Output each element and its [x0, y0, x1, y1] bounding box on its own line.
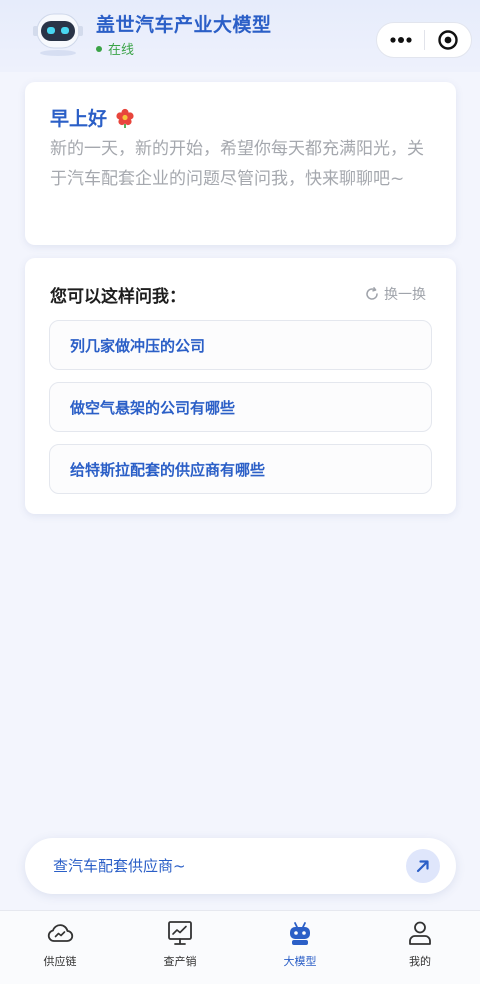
app-header: 盖世汽车产业大模型 在线 — [0, 0, 480, 72]
online-status: 在线 — [96, 39, 134, 58]
chat-input-bar — [25, 838, 456, 894]
greeting-body: 新的一天，新的开始，希望你每天都充满阳光，关于汽车配套企业的问题尽管问我，快来聊… — [50, 139, 424, 189]
refresh-label: 换一换 — [384, 287, 426, 303]
red-flower-icon — [116, 108, 134, 128]
suggestion-item[interactable]: 列几家做冲压的公司 — [49, 320, 432, 370]
close-mini-program-button[interactable] — [425, 22, 471, 58]
status-label: 在线 — [108, 43, 135, 58]
greeting-text: 早上好 — [50, 108, 108, 130]
arrow-up-right-icon — [416, 860, 429, 873]
monitor-chart-icon — [168, 921, 192, 945]
tab-sales[interactable]: 查产销 — [120, 911, 240, 984]
refresh-icon — [366, 287, 378, 300]
tab-supply-chain[interactable]: 供应链 — [0, 911, 120, 984]
suggestions-title: 您可以这样问我： — [50, 287, 186, 307]
cloud-chart-icon — [47, 924, 74, 942]
app-title: 盖世汽车产业大模型 — [96, 14, 272, 36]
robot-avatar-icon — [33, 13, 83, 56]
greeting-title: 早上好 — [50, 104, 135, 131]
bottom-tab-bar: 供应链 查产销 大模型 我的 — [0, 910, 480, 984]
user-icon — [409, 921, 431, 945]
target-icon — [438, 30, 458, 50]
tab-label: 查产销 — [163, 955, 197, 968]
send-button[interactable] — [406, 849, 440, 883]
online-dot-icon — [96, 45, 102, 52]
mini-program-capsule — [376, 22, 472, 58]
greeting-card: 早上好 新的一天，新的开始，希望你每天都充满阳光，关于汽车配套企业的问题尽管问我… — [25, 82, 456, 245]
suggestion-item[interactable]: 给特斯拉配套的供应商有哪些 — [49, 444, 432, 494]
robot-icon — [290, 922, 310, 945]
tab-profile[interactable]: 我的 — [360, 911, 480, 984]
more-dots-icon — [389, 37, 412, 43]
suggestions-card: 您可以这样问我： 换一换 列几家做冲压的公司 做空气悬架的公司有哪些 给特斯拉配… — [25, 258, 456, 514]
refresh-button[interactable]: 换一换 — [365, 284, 426, 304]
tab-label: 供应链 — [43, 955, 77, 968]
tab-label: 我的 — [409, 955, 431, 968]
suggestion-item[interactable]: 做空气悬架的公司有哪些 — [49, 382, 432, 432]
chat-input[interactable] — [53, 850, 393, 882]
tab-label: 大模型 — [283, 955, 317, 968]
more-button[interactable] — [377, 22, 424, 58]
tab-large-model[interactable]: 大模型 — [240, 911, 360, 984]
